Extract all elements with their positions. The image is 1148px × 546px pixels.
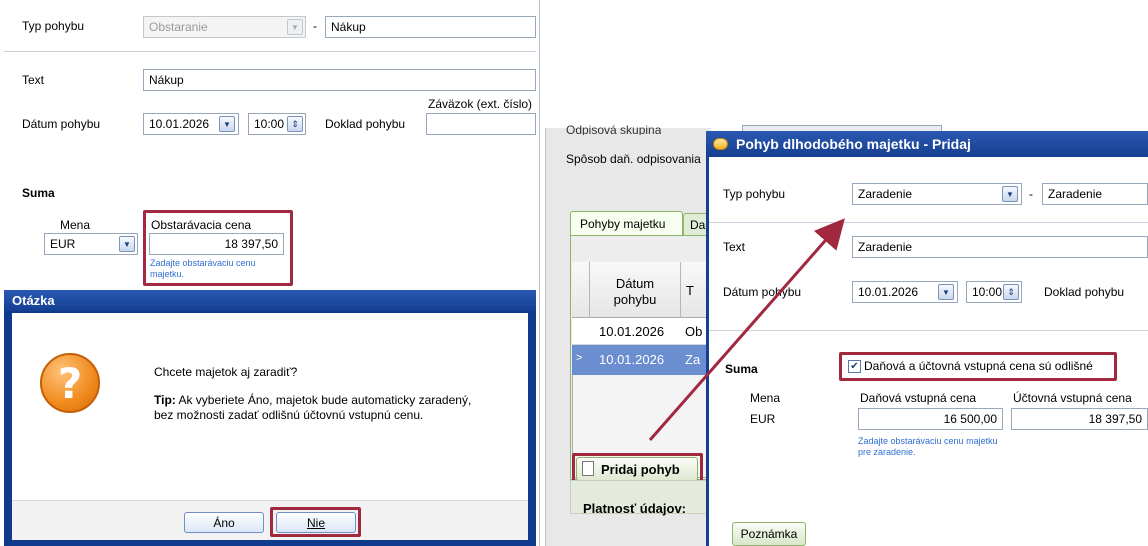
time-spinner-icon[interactable]: ⇕ <box>287 116 303 132</box>
dash-separator: - <box>1029 187 1033 201</box>
dlg-mena-label: Mena <box>750 391 781 405</box>
poznamka-button[interactable]: Poznámka <box>732 522 806 546</box>
uctovna-cena-label: Účtovná vstupná cena <box>1013 391 1132 405</box>
platnost-udajov-label: Platnosť údajov: <box>583 501 687 516</box>
typ-pohybu-name-field[interactable]: Nákup <box>325 16 536 38</box>
dialog-left-border <box>706 157 709 546</box>
dlg-cena-hint: Zadajte obstarávaciu cenu majetku pre za… <box>858 436 998 457</box>
dlg-text-input[interactable]: Zaradenie <box>852 236 1148 258</box>
cena-hint: Zadajte obstarávaciu cenu majetku. <box>150 258 256 279</box>
dlg-typ-pohybu-name-field[interactable]: Zaradenie <box>1042 183 1148 205</box>
ano-button[interactable]: Áno <box>184 512 264 533</box>
question-tip: Tip: Ak vyberiete Áno, majetok bude auto… <box>154 393 484 423</box>
left-separator <box>4 51 536 52</box>
chevron-down-icon: ▼ <box>287 19 303 35</box>
dlg-doklad-pohybu-label: Doklad pohybu <box>1044 285 1125 299</box>
typ-pohybu-label: Typ pohybu <box>22 19 85 33</box>
danova-cena-input[interactable]: 16 500,00 <box>858 408 1003 430</box>
dlg-typ-pohybu-select[interactable]: Zaradenie <box>852 183 1022 205</box>
app-icon <box>713 138 728 150</box>
odlisne-ceny-checkbox[interactable]: ✔ <box>848 360 861 373</box>
text-input[interactable]: Nákup <box>143 69 536 91</box>
chevron-down-icon[interactable]: ▼ <box>1002 186 1018 202</box>
question-dialog-body: ? Chcete majetok aj zaradiť? Tip: Ak vyb… <box>12 313 528 520</box>
dlg-mena-value: EUR <box>750 412 776 426</box>
chevron-down-icon[interactable]: ▼ <box>119 236 135 252</box>
obstaravacia-cena-label: Obstarávacia cena <box>151 218 252 232</box>
dlg-text-label: Text <box>723 240 746 254</box>
row-datum: 10.01.2026 <box>599 324 665 339</box>
question-mark-icon: ? <box>40 353 100 413</box>
mena-label: Mena <box>60 218 91 232</box>
dash-separator: - <box>313 19 317 33</box>
pohyb-dialog-title: Pohyb dlhodobého majetku - Pridaj <box>706 131 1148 157</box>
obstaravacia-cena-input[interactable]: 18 397,50 <box>149 233 284 255</box>
doklad-pohybu-input[interactable] <box>426 113 536 135</box>
odpisova-skupina-label: Odpisová skupina <box>566 123 662 135</box>
question-message: Chcete majetok aj zaradiť? <box>154 365 298 379</box>
col-header-datum[interactable]: Dátum pohybu <box>595 276 675 308</box>
highlight-box <box>270 507 361 537</box>
calendar-dropdown-icon[interactable]: ▼ <box>938 284 954 300</box>
time-spinner-icon[interactable]: ⇕ <box>1003 284 1019 300</box>
dlg-typ-pohybu-label: Typ pohybu <box>723 187 786 201</box>
row-datum: 10.01.2026 <box>599 352 665 367</box>
dlg-suma-heading: Suma <box>725 362 758 376</box>
zavazok-label: Záväzok (ext. číslo) <box>428 97 533 111</box>
dlg-datum-pohybu-label: Dátum pohybu <box>723 285 802 299</box>
question-dialog: Otázka ? Chcete majetok aj zaradiť? Tip:… <box>4 290 536 546</box>
uctovna-cena-input[interactable]: 18 397,50 <box>1011 408 1148 430</box>
text-label: Text <box>22 73 45 87</box>
tip-text: Ak vyberiete Áno, majetok bude automatic… <box>154 393 472 422</box>
dialog-separator <box>709 222 1148 223</box>
row-pointer-icon: > <box>576 352 583 364</box>
col-header-typ[interactable]: T <box>686 283 694 298</box>
doklad-pohybu-label: Doklad pohybu <box>325 117 406 131</box>
tip-label: Tip: <box>154 393 176 407</box>
sposob-odpisovania-label: Spôsob daň. odpisovania <box>566 152 701 166</box>
dialog-separator <box>709 330 1148 331</box>
datum-pohybu-label: Dátum pohybu <box>22 117 101 131</box>
danova-cena-label: Daňová vstupná cena <box>860 391 977 405</box>
tab-pohyby-majetku-label: Pohyby majetku <box>580 217 666 231</box>
question-dialog-footer: Áno Nie <box>12 500 528 540</box>
odlisne-ceny-label: Daňová a účtovná vstupná cena sú odlišné <box>864 359 1093 373</box>
calendar-dropdown-icon[interactable]: ▼ <box>219 116 235 132</box>
question-dialog-title: Otázka <box>4 290 536 311</box>
suma-heading: Suma <box>22 186 55 200</box>
typ-pohybu-select: Obstaranie <box>143 16 306 38</box>
